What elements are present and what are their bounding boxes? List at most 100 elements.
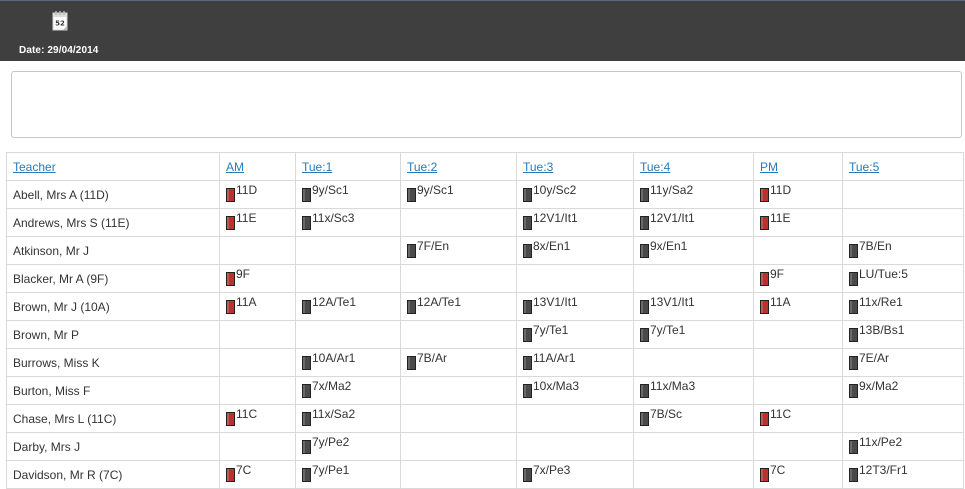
lesson-entry[interactable]: 11A/Ar1: [523, 352, 575, 370]
registration-entry[interactable]: 9F: [760, 268, 784, 286]
class-code: 10A/Ar1: [312, 351, 356, 365]
lesson-entry[interactable]: 12T3/Fr1: [849, 464, 908, 482]
class-code: 7y/Pe2: [312, 435, 350, 449]
register-book-icon: [760, 300, 769, 314]
lesson-entry[interactable]: 7y/Pe2: [302, 435, 350, 454]
teacher-name: Brown, Mr J (10A): [6, 292, 220, 321]
registration-entry[interactable]: 9F: [226, 268, 250, 286]
calendar-number: 52: [55, 20, 65, 28]
timetable-cell: 11D: [219, 180, 296, 209]
class-code: 11x/Pe2: [859, 435, 903, 449]
registration-entry[interactable]: 11A: [760, 295, 791, 314]
lesson-entry[interactable]: 7B/Sc: [640, 408, 682, 426]
class-code: 12A/Te1: [312, 295, 357, 309]
registration-entry[interactable]: 7C: [760, 464, 785, 482]
lesson-entry[interactable]: 8x/En1: [523, 240, 570, 258]
lesson-entry[interactable]: 11x/Sc3: [302, 212, 354, 230]
empty-cell: [516, 432, 634, 461]
registration-entry[interactable]: 11E: [760, 212, 790, 230]
lesson-entry[interactable]: 11x/Pe2: [849, 435, 903, 454]
table-row: Brown, Mr J (10A) 11A 12A/Te1 12A/Te1 13V1/I…: [6, 292, 964, 321]
sort-tue2-link[interactable]: Tue:2: [407, 160, 437, 174]
empty-cell: [753, 320, 843, 349]
lesson-entry[interactable]: 10y/Sc2: [523, 184, 576, 202]
empty-cell: [400, 432, 517, 461]
timetable-cell: 11C: [219, 404, 296, 433]
lesson-entry[interactable]: 7x/Ma2: [302, 380, 351, 398]
sort-pm-link[interactable]: PM: [760, 160, 778, 174]
calendar-icon[interactable]: 52: [52, 10, 68, 34]
timetable-cell: 11x/Sa2: [295, 404, 401, 433]
timetable-cell: 10A/Ar1: [295, 348, 401, 377]
lesson-entry[interactable]: 9y/Sc1: [407, 183, 454, 202]
notes-textarea[interactable]: [11, 71, 962, 138]
timetable-cell: 13B/Bs1: [842, 320, 964, 349]
lesson-entry[interactable]: 13V1/It1: [640, 296, 695, 314]
lesson-entry[interactable]: 7F/En: [407, 240, 449, 258]
lesson-entry[interactable]: 7B/Ar: [407, 352, 447, 370]
lesson-entry[interactable]: 7B/En: [849, 240, 892, 258]
sort-tue4-link[interactable]: Tue:4: [640, 160, 670, 174]
class-code: 7y/Te1: [650, 323, 686, 337]
class-code: 9y/Sc1: [417, 183, 454, 197]
register-book-icon: [226, 188, 235, 202]
lesson-entry[interactable]: 11x/Sa2: [302, 408, 355, 426]
lesson-entry[interactable]: 12A/Te1: [407, 296, 461, 314]
register-book-icon: [640, 412, 649, 426]
empty-cell: [400, 264, 517, 293]
lesson-entry[interactable]: 12V1/It1: [640, 212, 695, 230]
class-code: 11A: [770, 295, 791, 309]
lesson-entry[interactable]: LU/Tue:5: [849, 268, 908, 286]
register-book-icon: [523, 328, 532, 342]
teacher-name: Darby, Mrs J: [6, 432, 220, 461]
column-header: AM: [219, 152, 296, 181]
lesson-entry[interactable]: 7y/Pe1: [302, 464, 349, 482]
class-code: 12V1/It1: [533, 211, 578, 225]
timetable-cell: LU/Tue:5: [842, 264, 964, 293]
lesson-entry[interactable]: 11x/Ma3: [640, 380, 695, 398]
register-book-icon: [523, 356, 532, 370]
timetable-cell: 9y/Sc1: [295, 180, 401, 209]
registration-entry[interactable]: 11A: [226, 296, 256, 314]
sort-tue3-link[interactable]: Tue:3: [523, 160, 553, 174]
lesson-entry[interactable]: 12V1/It1: [523, 211, 578, 230]
lesson-entry[interactable]: 7y/Te1: [640, 323, 686, 342]
lesson-entry[interactable]: 7y/Te1: [523, 324, 568, 342]
sort-am-link[interactable]: AM: [226, 160, 244, 174]
lesson-entry[interactable]: 12A/Te1: [302, 295, 357, 314]
registration-entry[interactable]: 11D: [226, 184, 257, 202]
registration-entry[interactable]: 11E: [226, 212, 256, 230]
timetable-cell: 11x/Ma3: [633, 376, 754, 405]
class-code: 11D: [770, 183, 792, 197]
lesson-entry[interactable]: 9x/En1: [640, 240, 687, 258]
sort-tue5-link[interactable]: Tue:5: [849, 160, 879, 174]
sort-tue1-link[interactable]: Tue:1: [302, 160, 332, 174]
teacher-name: Blacker, Mr A (9F): [6, 264, 220, 293]
timetable-cell: 7B/Sc: [633, 404, 754, 433]
timetable-cell: 10y/Sc2: [516, 180, 634, 209]
register-book-icon: [849, 384, 858, 398]
lesson-entry[interactable]: 9y/Sc1: [302, 184, 349, 202]
timetable-cell: 11E: [219, 208, 296, 237]
lesson-entry[interactable]: 11y/Sa2: [640, 184, 693, 202]
sort-teacher-link[interactable]: Teacher: [13, 160, 56, 174]
registration-entry[interactable]: 11C: [760, 408, 791, 426]
registration-entry[interactable]: 11D: [760, 183, 792, 202]
registration-entry[interactable]: 11C: [226, 408, 257, 426]
teacher-name: Atkinson, Mr J: [6, 236, 220, 265]
register-book-icon: [760, 412, 769, 426]
lesson-entry[interactable]: 10x/Ma3: [523, 380, 579, 398]
lesson-entry[interactable]: 7x/Pe3: [523, 464, 570, 482]
lesson-entry[interactable]: 9x/Ma2: [849, 380, 898, 398]
registration-entry[interactable]: 7C: [226, 464, 251, 482]
timetable-cell: 11A: [219, 292, 296, 321]
empty-cell: [842, 404, 964, 433]
empty-cell: [633, 460, 754, 489]
lesson-entry[interactable]: 11x/Re1: [849, 296, 903, 314]
teacher-name: Abell, Mrs A (11D): [6, 180, 220, 209]
lesson-entry[interactable]: 10A/Ar1: [302, 351, 356, 370]
lesson-entry[interactable]: 7E/Ar: [849, 352, 889, 370]
lesson-entry[interactable]: 13V1/It1: [523, 296, 578, 314]
register-book-icon: [849, 440, 858, 454]
lesson-entry[interactable]: 13B/Bs1: [849, 324, 904, 342]
